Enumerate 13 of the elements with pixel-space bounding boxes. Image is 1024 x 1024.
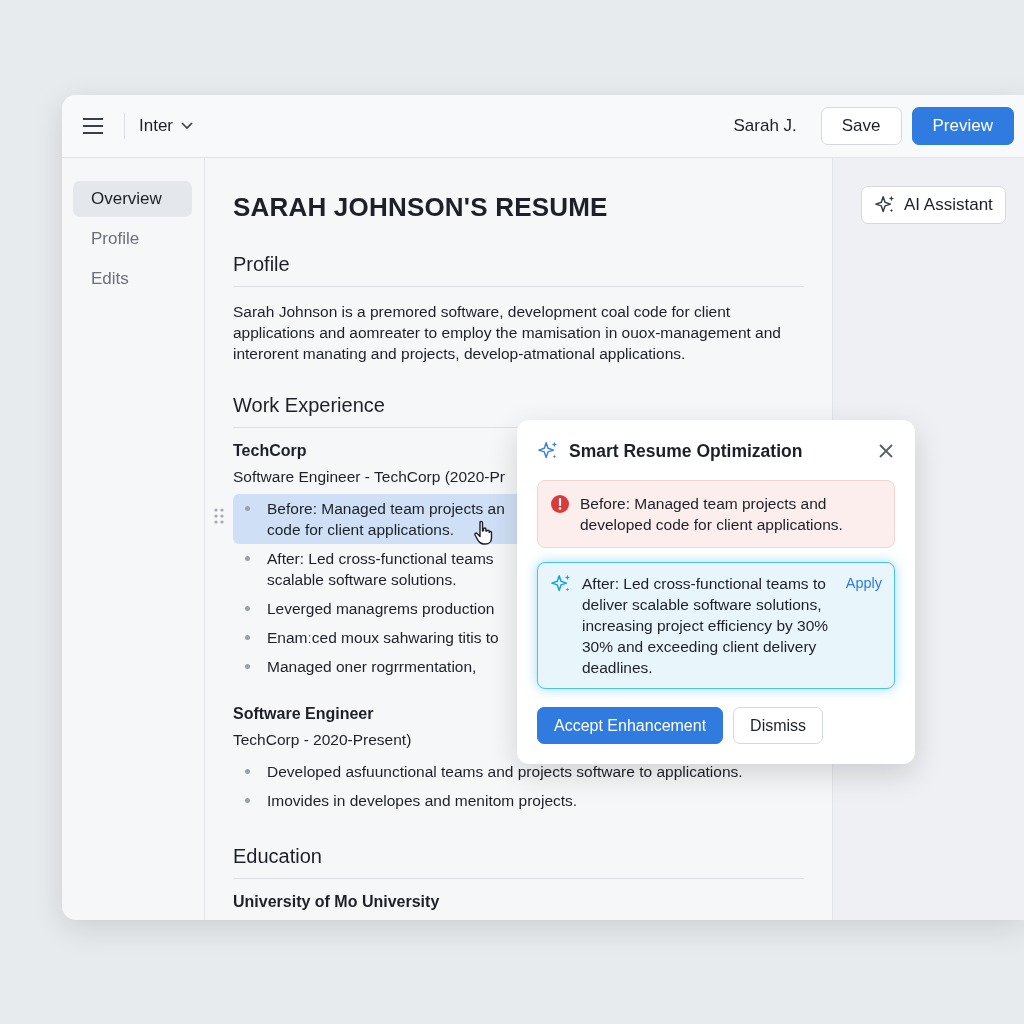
job-heading: Software Engineer bbox=[233, 705, 374, 723]
before-text: Before: Managed team projects and developed code for client applications. bbox=[580, 494, 844, 535]
profile-paragraph: Sarah Johnson is a premored software, development coal code for client applications and aomreater to employ the mamisation in ouox-management and interorent manating and projects, develop-atmational applications. bbox=[233, 302, 782, 364]
user-name: Sarah J. bbox=[733, 116, 797, 136]
job-subtitle: Software Engineer - TechCorp (2020-Pr bbox=[233, 468, 505, 486]
job-subtitle: TechCorp - 2020-Present) bbox=[233, 731, 412, 749]
job-heading: TechCorp bbox=[233, 442, 307, 460]
section-heading: Education bbox=[233, 845, 804, 879]
resume-title: SARAH JOHNSON'S RESUME bbox=[233, 192, 609, 223]
section-heading: Profile bbox=[233, 253, 804, 287]
after-text: After: Led cross-functional teams to deliver scalable software solutions, increasing project efficiency by 30% 30% and exceeding client delivery deadlines. bbox=[582, 574, 830, 678]
job-heading: University of Mo University bbox=[233, 893, 440, 911]
popover-title: Smart Resume Optimization bbox=[569, 440, 804, 462]
